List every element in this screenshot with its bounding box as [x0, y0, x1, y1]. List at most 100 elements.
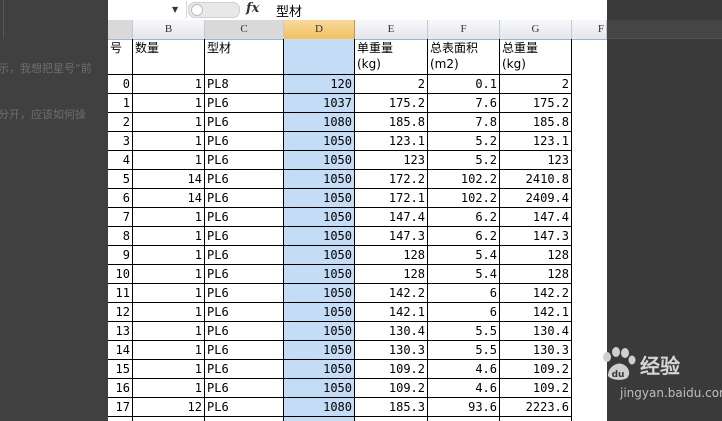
cell-c[interactable]: PL6	[205, 227, 284, 246]
cell-f[interactable]: 5.4	[428, 246, 500, 265]
cell-e[interactable]: 172.1	[355, 189, 428, 208]
column-header-g[interactable]: G	[500, 20, 572, 39]
cell-b[interactable]: 1	[133, 360, 205, 379]
cell-g[interactable]: 109.2	[500, 379, 572, 398]
cell-c[interactable]: PL6	[205, 208, 284, 227]
cell-d[interactable]: 1050	[284, 227, 355, 246]
cell-e[interactable]: 123.1	[355, 132, 428, 151]
cell-f[interactable]: 4.6	[428, 360, 500, 379]
column-header-h[interactable]: F	[572, 20, 607, 39]
cell-c[interactable]: PL6	[205, 360, 284, 379]
cell-b[interactable]: 1	[133, 208, 205, 227]
cell-c[interactable]: PL6	[205, 170, 284, 189]
cell-a[interactable]: 8	[108, 227, 133, 246]
cell-c[interactable]: PL6	[205, 265, 284, 284]
cell-d[interactable]: 1050	[284, 322, 355, 341]
cell-e[interactable]: 147.4	[355, 208, 428, 227]
cell-d[interactable]: 1080	[284, 417, 355, 421]
header-cell-g[interactable]: 总重量 (kg)	[500, 39, 572, 75]
cell-g[interactable]: 2409.4	[500, 189, 572, 208]
cell-a[interactable]: 9	[108, 246, 133, 265]
cell-g[interactable]: 227.3	[500, 417, 572, 421]
function-icon[interactable]: fx	[246, 1, 259, 16]
cell-a[interactable]: 11	[108, 284, 133, 303]
cell-f[interactable]: 5.4	[428, 265, 500, 284]
cell-g[interactable]: 128	[500, 265, 572, 284]
cell-g[interactable]: 147.3	[500, 227, 572, 246]
cell-c[interactable]: PL6	[205, 189, 284, 208]
cell-d[interactable]: 1050	[284, 151, 355, 170]
cell-d[interactable]: 1050	[284, 341, 355, 360]
cell-g[interactable]: 130.4	[500, 322, 572, 341]
cell-c[interactable]: PL6	[205, 151, 284, 170]
cell-f[interactable]: 5.5	[428, 322, 500, 341]
cell-b[interactable]: 1	[133, 303, 205, 322]
cell-b[interactable]: 1	[133, 265, 205, 284]
cell-b[interactable]: 12	[133, 398, 205, 417]
header-cell-e[interactable]: 单重量 (kg)	[355, 39, 428, 75]
cell-b[interactable]: 1	[133, 75, 205, 94]
formula-bar-splitter[interactable]	[188, 2, 240, 18]
cell-g[interactable]: 2223.6	[500, 398, 572, 417]
cell-g[interactable]: 130.3	[500, 341, 572, 360]
column-header-f[interactable]: F	[428, 20, 500, 39]
cell-f[interactable]: 0.1	[428, 75, 500, 94]
header-cell-a[interactable]: 号	[108, 39, 133, 75]
cell-b[interactable]: 14	[133, 189, 205, 208]
cell-g[interactable]: 109.2	[500, 360, 572, 379]
cell-e[interactable]: 128	[355, 265, 428, 284]
cell-a[interactable]: 15	[108, 360, 133, 379]
cell-c[interactable]: PL6	[205, 379, 284, 398]
cell-c[interactable]: PL8	[205, 75, 284, 94]
column-header-a[interactable]	[108, 20, 133, 39]
cell-a[interactable]: 17	[108, 398, 133, 417]
cell-a[interactable]: 1	[108, 94, 133, 113]
cell-c[interactable]: PL6	[205, 132, 284, 151]
cell-a[interactable]: 16	[108, 379, 133, 398]
cell-a[interactable]: 12	[108, 303, 133, 322]
cell-b[interactable]: 1	[133, 246, 205, 265]
cell-e[interactable]: 147.3	[355, 227, 428, 246]
cell-f[interactable]: 5.2	[428, 151, 500, 170]
cell-a[interactable]: 10	[108, 265, 133, 284]
column-header-c[interactable]: C	[205, 20, 284, 39]
cell-f[interactable]: 7.8	[428, 113, 500, 132]
header-cell-f[interactable]: 总表面积 (m2)	[428, 39, 500, 75]
column-header-d[interactable]: D	[284, 20, 355, 39]
spreadsheet[interactable]: ▼ fx 型材 B C D E F G F 号数量 型材 单重量 (kg) 总表面积 …	[108, 0, 607, 421]
cell-a[interactable]: 14	[108, 341, 133, 360]
name-box[interactable]: ▼	[108, 1, 187, 18]
cell-a[interactable]: 3	[108, 132, 133, 151]
column-header-b[interactable]: B	[133, 20, 205, 39]
formula-input[interactable]: 型材	[276, 1, 302, 20]
cell-b[interactable]: 1	[133, 227, 205, 246]
cell-d[interactable]: 1050	[284, 265, 355, 284]
cell-d[interactable]: 1050	[284, 284, 355, 303]
cell-a[interactable]: 2	[108, 113, 133, 132]
cell-d[interactable]: 1037	[284, 94, 355, 113]
cell-b[interactable]: 1	[133, 322, 205, 341]
cell-d[interactable]: 1050	[284, 189, 355, 208]
cell-e[interactable]: 123	[355, 151, 428, 170]
cell-b[interactable]: 1	[133, 113, 205, 132]
cell-d[interactable]: 1080	[284, 113, 355, 132]
cell-d[interactable]: 1080	[284, 398, 355, 417]
cell-e[interactable]: 142.1	[355, 303, 428, 322]
cell-f[interactable]: 93.6	[428, 398, 500, 417]
cell-g[interactable]: 147.4	[500, 208, 572, 227]
cell-e[interactable]: 130.3	[355, 341, 428, 360]
cell-b[interactable]: 1	[133, 94, 205, 113]
cell-g[interactable]: 123.1	[500, 132, 572, 151]
header-cell-d[interactable]	[284, 39, 355, 75]
header-cell-b[interactable]: 数量	[133, 39, 205, 75]
cell-a[interactable]: 6	[108, 189, 133, 208]
cell-b[interactable]: 1	[133, 132, 205, 151]
cell-c[interactable]: PL6	[205, 246, 284, 265]
cell-e[interactable]: 130.4	[355, 322, 428, 341]
cell-g[interactable]: 175.2	[500, 94, 572, 113]
cell-e[interactable]: 172.2	[355, 170, 428, 189]
cell-c[interactable]: PL6	[205, 417, 284, 421]
cell-g[interactable]: 142.1	[500, 303, 572, 322]
cell-e[interactable]: 2	[355, 75, 428, 94]
cell-b[interactable]: 1	[133, 341, 205, 360]
